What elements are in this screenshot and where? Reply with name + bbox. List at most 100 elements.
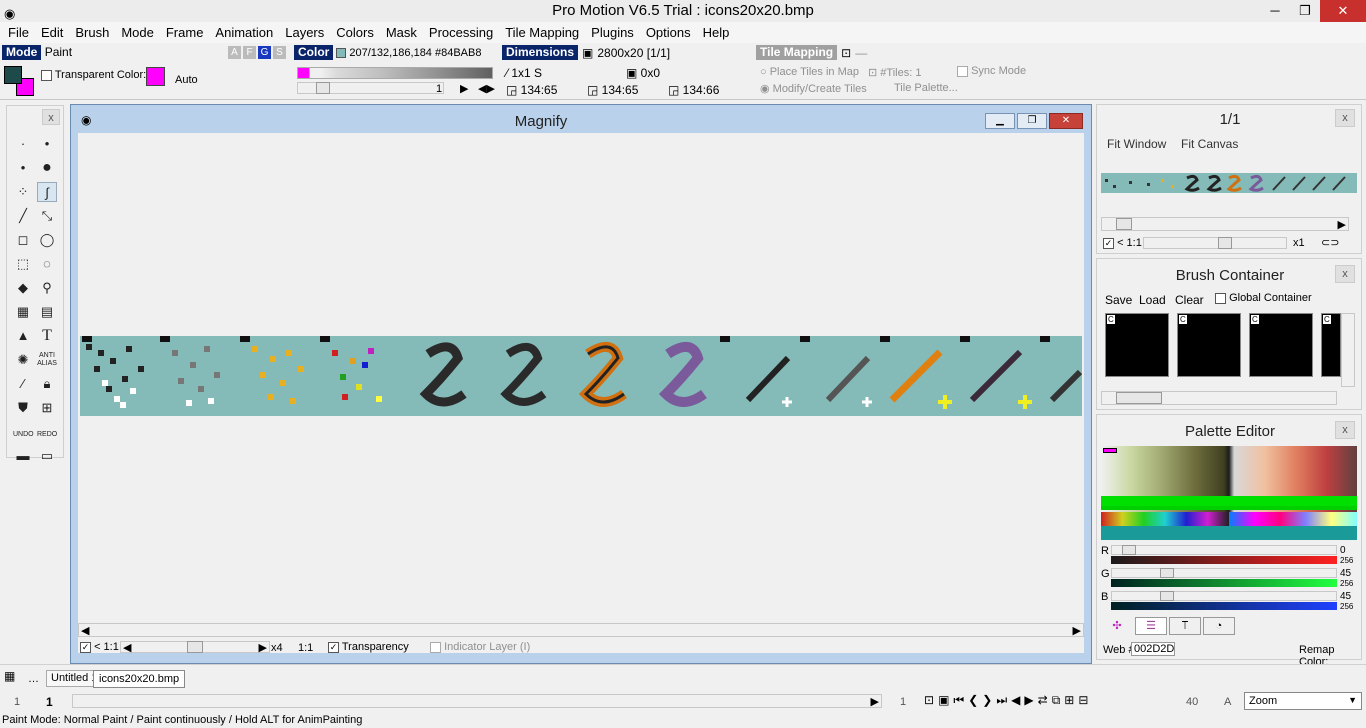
tab-overflow-icon[interactable]: … <box>28 673 39 685</box>
dot-medium-icon[interactable]: • <box>37 134 57 154</box>
web-color-input[interactable]: 002D2D <box>1131 642 1175 656</box>
mode-s-button[interactable]: S <box>273 46 286 59</box>
color-slider[interactable] <box>297 82 444 94</box>
transparency-checkbox[interactable]: ✓ <box>328 641 339 653</box>
frame-slider[interactable]: ▶ <box>72 694 882 708</box>
preview-close-button[interactable]: x <box>1335 109 1355 127</box>
keyboard-icon[interactable]: ▬ <box>13 446 33 466</box>
curve-icon[interactable]: ⤡ <box>37 206 57 226</box>
text-icon[interactable]: T <box>37 326 57 346</box>
dot-small-icon[interactable]: · <box>13 134 33 154</box>
preview-zoom-slider[interactable] <box>1143 237 1287 249</box>
bar-icon[interactable]: ▭ <box>37 446 57 466</box>
r-slider-thumb[interactable] <box>1122 545 1136 555</box>
r-slider[interactable] <box>1111 545 1337 555</box>
preview-scroll-right-icon[interactable]: ▶ <box>1338 218 1346 231</box>
fit-window-button[interactable]: Fit Window <box>1107 137 1166 151</box>
undo-icon[interactable]: UNDO <box>13 422 34 442</box>
link-icon[interactable]: ⊂⊃ <box>1321 236 1339 249</box>
zoom-slider-left-icon[interactable]: ◀ <box>123 641 131 654</box>
brush-clear-button[interactable]: Clear <box>1175 293 1204 307</box>
preview-zoom-thumb[interactable] <box>1218 237 1232 249</box>
scroll-left-icon[interactable]: ◀ <box>81 624 89 637</box>
transparent-color-swatch[interactable] <box>146 67 165 86</box>
tool-palette-close-button[interactable]: x <box>42 109 60 125</box>
menu-brush[interactable]: Brush <box>69 25 115 40</box>
ellipse-icon[interactable]: ◯ <box>37 230 57 250</box>
remove-frame-icon[interactable]: ⊟ <box>1078 693 1088 708</box>
magnify-close-button[interactable]: ✕ <box>1049 113 1083 129</box>
scroll-right-icon[interactable]: ▶ <box>1073 624 1081 637</box>
redo-icon[interactable]: REDO <box>37 422 57 442</box>
g-slider[interactable] <box>1111 568 1337 578</box>
prev-frame-icon[interactable]: ❮ <box>968 693 978 708</box>
b-slider[interactable] <box>1111 591 1337 601</box>
zoom-slider-right-icon[interactable]: ▶ <box>259 641 267 654</box>
color-next-icon[interactable]: ▶ <box>460 82 468 95</box>
magnify-minimize-button[interactable]: ▁ <box>985 113 1015 129</box>
one-to-one-button[interactable]: 1:1 <box>298 642 313 654</box>
menu-edit[interactable]: Edit <box>35 25 69 40</box>
color-swap-icon[interactable]: ◀▶ <box>478 82 495 95</box>
mode-value[interactable]: Paint <box>45 45 72 59</box>
palette-editor-close-button[interactable]: x <box>1335 421 1355 439</box>
maximize-button[interactable]: ❐ <box>1290 0 1320 22</box>
lasso-icon[interactable]: ◌ <box>37 254 57 274</box>
last-frame-icon[interactable]: ⏭ <box>996 693 1007 708</box>
tile-mapping-icon[interactable]: ⊡ <box>841 46 851 60</box>
menu-mode[interactable]: Mode <box>115 25 160 40</box>
menu-frame[interactable]: Frame <box>160 25 210 40</box>
palette-tab-mix-icon[interactable]: ◔ <box>1203 617 1235 635</box>
mode-f-button[interactable]: F <box>243 46 256 59</box>
swirl-icon[interactable]: ✺ <box>13 350 33 370</box>
copy-frame-icon[interactable]: ⧉ <box>1052 693 1061 708</box>
menu-help[interactable]: Help <box>697 25 736 40</box>
preview-hscroll-thumb[interactable] <box>1116 218 1132 230</box>
global-container-checkbox[interactable] <box>1215 292 1226 304</box>
palette-tab-colors-icon[interactable]: ✣ <box>1101 617 1133 635</box>
menu-options[interactable]: Options <box>640 25 697 40</box>
brush-load-button[interactable]: Load <box>1139 293 1166 307</box>
magnify-viewport[interactable]: ◀ ▶ ✓ < 1:1 ◀ ▶ x4 1:1 ✓ Transparency In… <box>78 133 1084 654</box>
line-icon[interactable]: ╱ <box>13 206 33 226</box>
palette-tab-tools-icon[interactable]: ⟙ <box>1169 617 1201 635</box>
zoom-slider[interactable]: ◀ ▶ <box>120 641 270 654</box>
grid-icon[interactable]: ▦ <box>13 302 33 322</box>
indicator-layer-checkbox[interactable] <box>430 641 441 653</box>
magnify-hscrollbar[interactable]: ◀ ▶ <box>78 623 1084 637</box>
menu-colors[interactable]: Colors <box>330 25 380 40</box>
shield-icon[interactable]: ⛊ <box>13 398 33 418</box>
mode-a-button[interactable]: A <box>228 46 241 59</box>
delete-frame-icon[interactable]: ▣ <box>938 693 949 708</box>
menu-layers[interactable]: Layers <box>279 25 330 40</box>
anti-alias-icon[interactable]: ANTI ALIAS <box>37 350 57 370</box>
insert-frame-icon[interactable]: ⊞ <box>1064 693 1074 708</box>
preview-ratio-checkbox[interactable]: ✓ <box>1103 237 1114 249</box>
page-icon[interactable]: ▤ <box>37 302 57 322</box>
zoom-slider-thumb[interactable] <box>187 641 203 653</box>
spray-icon[interactable]: ⁘ <box>13 182 33 202</box>
lock-icon[interactable]: 🔒︎ <box>37 374 57 394</box>
brush-hscroll-thumb[interactable] <box>1116 392 1162 404</box>
tile-palette-button[interactable]: Tile Palette... <box>894 82 958 94</box>
magnify-restore-button[interactable]: ❐ <box>1017 113 1047 129</box>
next-frame-icon[interactable]: ❯ <box>982 693 992 708</box>
fill-icon[interactable]: ◆ <box>13 278 33 298</box>
play-back-icon[interactable]: ◀ <box>1011 693 1020 708</box>
menu-tile-mapping[interactable]: Tile Mapping <box>499 25 585 40</box>
brush-save-button[interactable]: Save <box>1105 293 1132 307</box>
palette-color-grid[interactable] <box>1101 446 1357 540</box>
color-gradient-strip[interactable] <box>297 67 493 79</box>
menu-plugins[interactable]: Plugins <box>585 25 640 40</box>
selection-icon[interactable]: ⬚ <box>13 254 33 274</box>
ping-pong-icon[interactable]: ⇄ <box>1038 693 1048 708</box>
stamp-icon[interactable]: ▲ <box>13 326 33 346</box>
brush-vscrollbar[interactable] <box>1341 313 1355 387</box>
color-slider-thumb[interactable] <box>316 82 330 94</box>
mode-g-button[interactable]: G <box>258 46 271 59</box>
transparent-color-checkbox[interactable] <box>41 69 52 81</box>
palette-selected-color[interactable] <box>1103 448 1117 453</box>
first-frame-icon[interactable]: ⏮ <box>953 693 964 708</box>
document-list-icon[interactable]: ▦ <box>4 669 15 683</box>
freehand-icon[interactable]: ∫ <box>37 182 57 202</box>
